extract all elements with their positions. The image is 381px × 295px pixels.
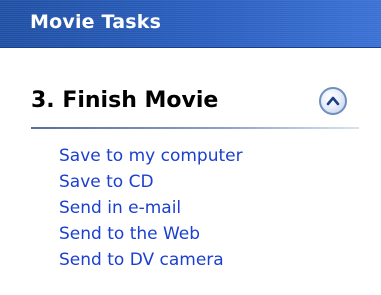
finish-movie-task-list: Save to my computer Save to CD Send in e… — [0, 144, 381, 274]
save-to-cd-link[interactable]: Save to CD — [59, 170, 154, 194]
list-item: Save to my computer — [0, 144, 381, 170]
save-to-my-computer-link[interactable]: Save to my computer — [59, 144, 243, 168]
chevron-up-icon — [326, 96, 340, 106]
collapse-button[interactable] — [319, 87, 347, 115]
list-item: Save to CD — [0, 170, 381, 196]
section-title: 3. Finish Movie — [31, 88, 219, 113]
section-divider — [31, 127, 359, 129]
pane-header: Movie Tasks — [0, 0, 381, 48]
list-item: Send to the Web — [0, 222, 381, 248]
send-to-dv-camera-link[interactable]: Send to DV camera — [59, 248, 224, 272]
send-in-email-link[interactable]: Send in e-mail — [59, 196, 181, 220]
send-to-the-web-link[interactable]: Send to the Web — [59, 222, 200, 246]
list-item: Send in e-mail — [0, 196, 381, 222]
finish-movie-section-header[interactable]: 3. Finish Movie — [0, 86, 381, 124]
pane-title: Movie Tasks — [30, 11, 162, 33]
list-item: Send to DV camera — [0, 248, 381, 274]
movie-tasks-pane: Movie Tasks 3. Finish Movie Save to my c… — [0, 0, 381, 295]
